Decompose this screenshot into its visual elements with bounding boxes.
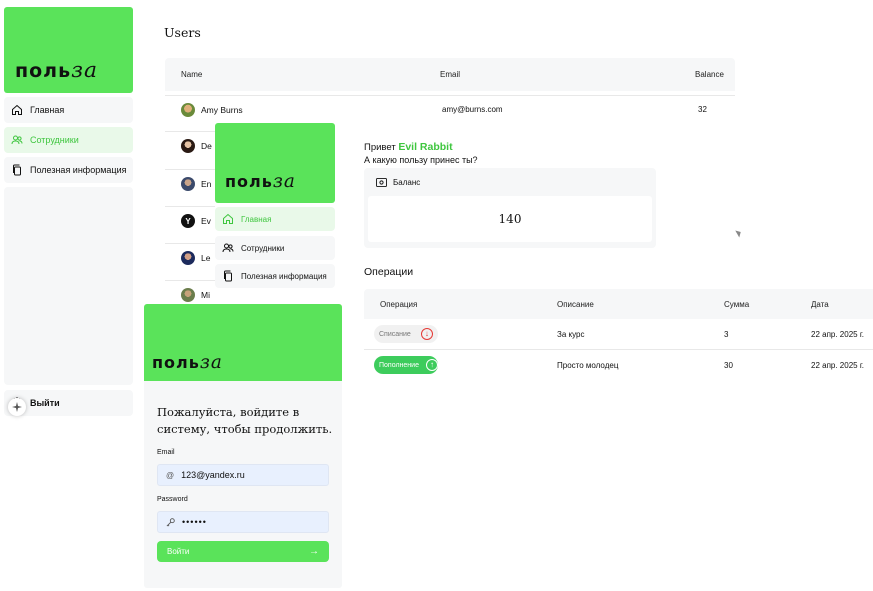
operation-date: 22 апр. 2025 г. bbox=[811, 330, 864, 339]
login-submit-button[interactable]: Войти → bbox=[157, 541, 329, 562]
at-icon: @ bbox=[166, 470, 175, 480]
email-label: Email bbox=[157, 449, 175, 456]
sparkle-icon[interactable] bbox=[8, 398, 26, 416]
operation-amount: 3 bbox=[724, 330, 729, 339]
avatar bbox=[181, 288, 195, 302]
logo-cursive-text: за bbox=[71, 58, 99, 83]
balance-label: Баланс bbox=[393, 178, 421, 187]
operation-description: За курс bbox=[557, 330, 585, 339]
users-icon bbox=[222, 243, 234, 253]
balance-header: Баланс bbox=[376, 178, 420, 187]
operation-badge-deposit: Пополнение ↑ bbox=[374, 356, 438, 374]
balance-card: Баланс 140 bbox=[364, 168, 656, 248]
login-logo-panel: польза bbox=[144, 304, 342, 381]
user-name: Ev bbox=[201, 216, 211, 226]
overlay-nav-info[interactable]: Полезная информация bbox=[215, 264, 335, 288]
table-row[interactable]: De bbox=[165, 131, 215, 160]
arrow-up-icon: ↑ bbox=[425, 359, 438, 371]
logo-cursive-text: за bbox=[199, 352, 223, 373]
email-field[interactable]: @ 123@yandex.ru bbox=[157, 464, 329, 486]
operation-badge-withdraw: Списание ↓ bbox=[374, 325, 438, 343]
overlay-nav-employees[interactable]: Сотрудники bbox=[215, 236, 335, 260]
operation-amount: 30 bbox=[724, 361, 733, 370]
overlay-nav-label: Главная bbox=[241, 214, 272, 224]
greeting-user-name: Evil Rabbit bbox=[398, 141, 453, 153]
logo: польза bbox=[15, 58, 98, 83]
table-row[interactable]: En bbox=[165, 169, 215, 198]
sidebar-item-info[interactable]: Полезная информация bbox=[4, 157, 133, 183]
user-name: En bbox=[201, 179, 212, 189]
ops-column-amount[interactable]: Сумма bbox=[724, 300, 749, 309]
overlay-nav-label: Сотрудники bbox=[241, 243, 285, 253]
user-name: De bbox=[201, 141, 212, 151]
column-header-balance[interactable]: Balance bbox=[695, 70, 724, 79]
avatar bbox=[181, 139, 195, 153]
table-row[interactable] bbox=[364, 351, 873, 381]
sidebar-logo-panel: польза bbox=[4, 7, 133, 93]
copy-icon bbox=[224, 270, 232, 282]
table-row[interactable]: Le bbox=[165, 243, 215, 272]
password-value: •••••• bbox=[182, 517, 207, 527]
ops-column-operation[interactable]: Операция bbox=[380, 300, 417, 309]
greeting-prefix: Привет bbox=[364, 142, 396, 153]
copy-icon bbox=[13, 164, 21, 176]
ops-column-date[interactable]: Дата bbox=[811, 300, 829, 309]
avatar bbox=[181, 103, 195, 117]
cursor-icon bbox=[735, 228, 743, 238]
login-heading: Пожалуйста, войдите в систему, чтобы про… bbox=[157, 405, 333, 436]
operations-title: Операции bbox=[364, 266, 414, 278]
avatar: Y bbox=[181, 214, 195, 228]
operation-type: Списание bbox=[379, 330, 411, 338]
logo-text: поль bbox=[15, 60, 72, 82]
sidebar-item-label: Сотрудники bbox=[30, 135, 79, 145]
avatar bbox=[181, 177, 195, 191]
arrow-down-icon: ↓ bbox=[420, 328, 433, 340]
table-row[interactable] bbox=[364, 320, 873, 350]
password-field[interactable]: •••••• bbox=[157, 511, 329, 533]
sidebar-spacer bbox=[4, 187, 133, 385]
user-name: Le bbox=[201, 253, 211, 263]
key-icon bbox=[166, 517, 175, 526]
submit-label: Войти bbox=[167, 547, 190, 556]
home-icon bbox=[223, 213, 233, 224]
balance-value-box: 140 bbox=[368, 196, 652, 242]
sidebar-item-employees[interactable]: Сотрудники bbox=[4, 127, 133, 153]
user-balance: 32 bbox=[698, 105, 707, 114]
logo-text: поль bbox=[152, 353, 200, 372]
table-row[interactable]: Y Ev bbox=[165, 206, 215, 235]
sidebar-item-home[interactable]: Главная bbox=[4, 97, 133, 123]
greeting-subtitle: А какую пользу принес ты? bbox=[364, 155, 478, 165]
arrow-right-icon: → bbox=[309, 546, 319, 557]
user-name: Mi bbox=[201, 290, 210, 300]
operation-description: Просто молодец bbox=[557, 361, 619, 370]
operations-table-header bbox=[364, 289, 873, 319]
logo-text: поль bbox=[225, 172, 273, 191]
users-icon bbox=[11, 135, 23, 145]
page-title: Users bbox=[164, 25, 201, 40]
balance-value: 140 bbox=[498, 212, 522, 226]
user-name: Amy Burns bbox=[201, 105, 243, 115]
password-label: Password bbox=[157, 496, 188, 503]
ops-column-description[interactable]: Описание bbox=[557, 300, 594, 309]
home-icon bbox=[12, 104, 22, 115]
logo-cursive-text: за bbox=[272, 171, 296, 192]
logo: польза bbox=[152, 352, 223, 373]
sidebar-item-label: Главная bbox=[30, 105, 65, 115]
logout-label: Выйти bbox=[30, 398, 60, 408]
column-header-email[interactable]: Email bbox=[440, 70, 460, 79]
logo: польза bbox=[225, 171, 296, 192]
greeting: Привет Evil Rabbit bbox=[364, 141, 453, 153]
email-value: 123@yandex.ru bbox=[181, 470, 245, 480]
sidebar-item-label: Полезная информация bbox=[30, 165, 127, 175]
operation-type: Пополнение bbox=[379, 361, 419, 369]
overlay-logo-panel: польза bbox=[215, 123, 335, 203]
column-header-name[interactable]: Name bbox=[181, 70, 202, 79]
overlay-nav-home[interactable]: Главная bbox=[215, 207, 335, 231]
user-email: amy@burns.com bbox=[442, 105, 503, 114]
overlay-nav-label: Полезная информация bbox=[241, 271, 327, 281]
avatar bbox=[181, 251, 195, 265]
wallet-icon bbox=[376, 178, 387, 187]
operation-date: 22 апр. 2025 г. bbox=[811, 361, 864, 370]
